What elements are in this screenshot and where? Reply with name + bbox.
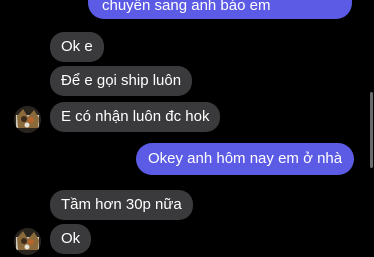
message-bubble-outgoing[interactable]: chuyển sang anh báo em (88, 0, 352, 19)
message-bubble-incoming[interactable]: Ok (50, 224, 92, 254)
message-bubble-incoming[interactable]: Tầm hơn 30p nữa (50, 190, 193, 220)
message-bubble-incoming[interactable]: Để e gọi ship luôn (50, 66, 193, 96)
message-text: E có nhận luôn đc hok (61, 108, 210, 125)
message-bubble-incoming[interactable]: Ok e (50, 32, 104, 62)
message-text: Ok (61, 230, 81, 247)
contact-avatar-icon[interactable] (14, 228, 41, 255)
message-bubble-incoming[interactable]: E có nhận luôn đc hok (50, 102, 221, 132)
message-text: Để e gọi ship luôn (61, 72, 182, 89)
contact-avatar-icon[interactable] (14, 106, 41, 133)
message-text: Tầm hơn 30p nữa (61, 196, 182, 213)
message-bubble-outgoing[interactable]: Okey anh hôm nay em ở nhà (136, 143, 355, 175)
message-text: Okey anh hôm nay em ở nhà (148, 150, 343, 167)
message-text: Ok e (61, 38, 93, 55)
message-text: chuyển sang anh báo em (102, 0, 271, 14)
scrollbar[interactable] (370, 92, 373, 168)
